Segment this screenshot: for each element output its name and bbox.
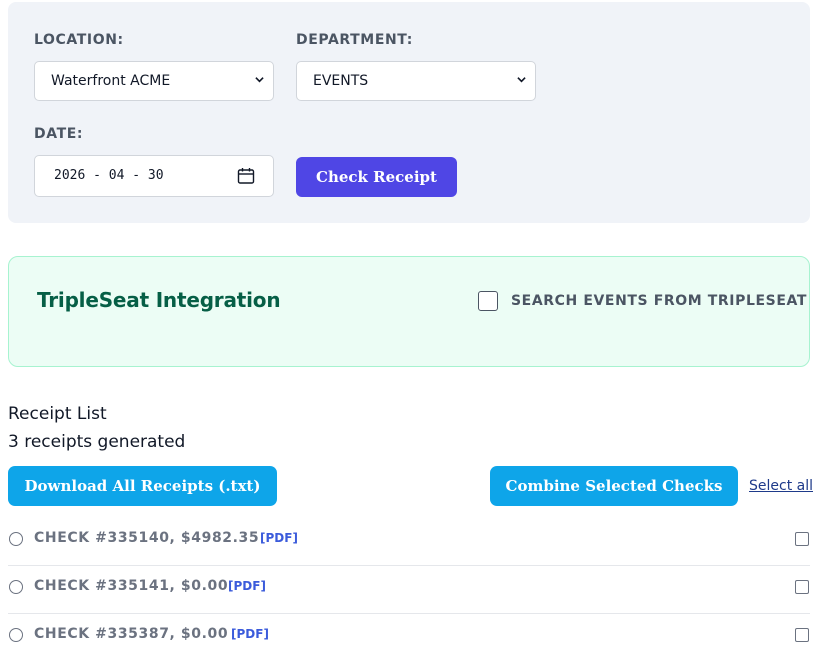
tripleseat-panel: TripleSeat Integration SEARCH EVENTS FRO… (8, 256, 810, 367)
search-tripleseat-label[interactable]: SEARCH EVENTS FROM TRIPLESEAT (511, 293, 807, 309)
chevron-down-icon (517, 77, 526, 83)
receipt-select-checkbox[interactable] (795, 532, 809, 546)
tripleseat-title: TripleSeat Integration (37, 288, 281, 312)
department-label: DEPARTMENT: (296, 32, 413, 48)
location-select-value: Waterfront ACME (51, 73, 171, 89)
receipt-radio[interactable] (9, 628, 23, 642)
select-all-link[interactable]: Select all (749, 478, 813, 494)
receipt-radio[interactable] (9, 580, 23, 594)
download-all-button[interactable]: Download All Receipts (.txt) (8, 466, 277, 506)
calendar-icon[interactable] (237, 167, 255, 185)
pdf-link[interactable]: [PDF] (231, 627, 269, 641)
receipt-label: CHECK #335141, $0.00 (34, 578, 229, 594)
receipt-row: CHECK #335141, $0.00 [PDF] (8, 566, 810, 614)
receipt-row: CHECK #335387, $0.00 [PDF] (8, 614, 810, 662)
pdf-link[interactable]: [PDF] (228, 579, 266, 593)
receipt-select-checkbox[interactable] (795, 580, 809, 594)
receipt-row: CHECK #335140, $4982.35 [PDF] (8, 518, 810, 566)
search-tripleseat-checkbox[interactable] (478, 291, 498, 311)
location-select[interactable]: Waterfront ACME (34, 61, 274, 101)
receipt-label: CHECK #335140, $4982.35 (34, 530, 260, 546)
date-input-value: 2026 - 04 - 30 (54, 168, 164, 183)
receipt-count: 3 receipts generated (8, 432, 186, 452)
combine-checks-button[interactable]: Combine Selected Checks (490, 466, 738, 506)
pdf-link[interactable]: [PDF] (260, 531, 298, 545)
receipt-radio[interactable] (9, 532, 23, 546)
check-receipt-button[interactable]: Check Receipt (296, 157, 457, 197)
receipt-label: CHECK #335387, $0.00 (34, 626, 229, 642)
date-input[interactable]: 2026 - 04 - 30 (34, 155, 274, 197)
receipt-select-checkbox[interactable] (795, 628, 809, 642)
date-label: DATE: (34, 126, 84, 142)
chevron-down-icon (255, 77, 264, 83)
receipt-list-title: Receipt List (8, 404, 107, 424)
department-select[interactable]: EVENTS (296, 61, 536, 101)
department-select-value: EVENTS (313, 73, 369, 89)
location-label: LOCATION: (34, 32, 124, 48)
